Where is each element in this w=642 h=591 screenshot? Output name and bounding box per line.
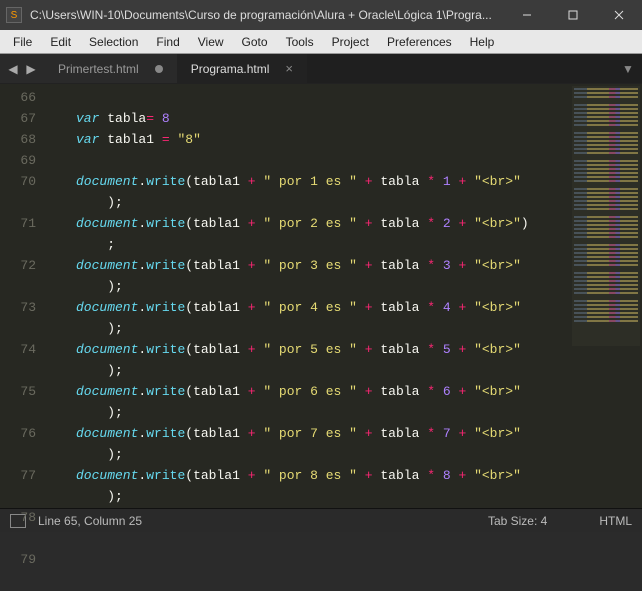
tab-programa[interactable]: Programa.html × — [177, 54, 307, 83]
line-number — [4, 528, 36, 549]
code-line: ); — [76, 444, 642, 465]
line-number: 78 — [4, 507, 36, 528]
line-number — [4, 192, 36, 213]
line-number: 67 — [4, 108, 36, 129]
line-number-gutter: 6667686970717273747576777879 — [0, 84, 48, 508]
title-bar: S C:\Users\WIN-10\Documents\Curso de pro… — [0, 0, 642, 30]
code-line: document.write(tabla1 + " por 5 es " + t… — [76, 339, 642, 360]
code-line: document.write(tabla1 + " por 2 es " + t… — [76, 213, 642, 234]
menu-help[interactable]: Help — [461, 32, 504, 52]
app-icon: S — [6, 7, 22, 23]
tab-overflow-icon[interactable]: ▼ — [614, 54, 642, 83]
line-number — [4, 360, 36, 381]
code-line: ); — [76, 486, 642, 507]
window-title: C:\Users\WIN-10\Documents\Curso de progr… — [30, 8, 504, 22]
tab-label: Primertest.html — [58, 62, 139, 76]
menu-edit[interactable]: Edit — [41, 32, 80, 52]
tab-close-icon[interactable]: × — [285, 61, 293, 76]
code-line: var tabla1 = "8" — [76, 129, 642, 150]
minimap[interactable] — [572, 86, 640, 346]
maximize-button[interactable] — [550, 0, 596, 30]
dirty-indicator-icon — [155, 65, 163, 73]
status-bar: Line 65, Column 25 Tab Size: 4 HTML — [0, 508, 642, 532]
menu-view[interactable]: View — [189, 32, 233, 52]
menu-find[interactable]: Find — [147, 32, 188, 52]
minimize-button[interactable] — [504, 0, 550, 30]
line-number: 79 — [4, 549, 36, 570]
menu-selection[interactable]: Selection — [80, 32, 147, 52]
code-line: document.write(tabla1 + " por 3 es " + t… — [76, 255, 642, 276]
code-line — [76, 150, 642, 171]
tab-primertest[interactable]: Primertest.html — [44, 54, 177, 83]
line-number: 75 — [4, 381, 36, 402]
menu-file[interactable]: File — [4, 32, 41, 52]
tab-bar: ◀ ▶ Primertest.html Programa.html × ▼ — [0, 54, 642, 84]
menu-project[interactable]: Project — [323, 32, 378, 52]
line-number — [4, 570, 36, 591]
line-number: 68 — [4, 129, 36, 150]
tab-label: Programa.html — [191, 62, 270, 76]
code-line: document.write(tabla1 + " por 9 es " + t… — [76, 507, 642, 508]
code-line: document.write(tabla1 + " por 6 es " + t… — [76, 381, 642, 402]
line-number: 69 — [4, 150, 36, 171]
line-number: 74 — [4, 339, 36, 360]
line-number: 77 — [4, 465, 36, 486]
line-number: 66 — [4, 87, 36, 108]
menu-preferences[interactable]: Preferences — [378, 32, 461, 52]
menu-bar: File Edit Selection Find View Goto Tools… — [0, 30, 642, 54]
status-cursor-position[interactable]: Line 65, Column 25 — [38, 514, 142, 528]
code-line: document.write(tabla1 + " por 4 es " + t… — [76, 297, 642, 318]
code-line: ); — [76, 360, 642, 381]
line-number: 76 — [4, 423, 36, 444]
tab-history-back-icon[interactable]: ◀ — [4, 58, 22, 80]
line-number: 71 — [4, 213, 36, 234]
code-line: var tabla= 8 — [76, 108, 642, 129]
line-number — [4, 444, 36, 465]
code-line: document.write(tabla1 + " por 8 es " + t… — [76, 465, 642, 486]
code-line: ); — [76, 402, 642, 423]
status-tab-size[interactable]: Tab Size: 4 — [488, 514, 547, 528]
line-number: 72 — [4, 255, 36, 276]
close-button[interactable] — [596, 0, 642, 30]
line-number: 73 — [4, 297, 36, 318]
code-line — [76, 87, 642, 108]
code-line: document.write(tabla1 + " por 1 es " + t… — [76, 171, 642, 192]
line-number — [4, 318, 36, 339]
line-number — [4, 276, 36, 297]
tab-history-forward-icon[interactable]: ▶ — [22, 58, 40, 80]
code-line: ); — [76, 192, 642, 213]
line-number: 70 — [4, 171, 36, 192]
line-number — [4, 234, 36, 255]
code-line: ); — [76, 318, 642, 339]
editor[interactable]: 6667686970717273747576777879 var tabla= … — [0, 84, 642, 508]
line-number — [4, 402, 36, 423]
code-line: ; — [76, 234, 642, 255]
menu-goto[interactable]: Goto — [233, 32, 277, 52]
code-line: document.write(tabla1 + " por 7 es " + t… — [76, 423, 642, 444]
line-number — [4, 486, 36, 507]
code-line: ); — [76, 276, 642, 297]
status-language[interactable]: HTML — [599, 514, 632, 528]
code-area[interactable]: var tabla= 8var tabla1 = "8" document.wri… — [48, 84, 642, 508]
menu-tools[interactable]: Tools — [277, 32, 323, 52]
